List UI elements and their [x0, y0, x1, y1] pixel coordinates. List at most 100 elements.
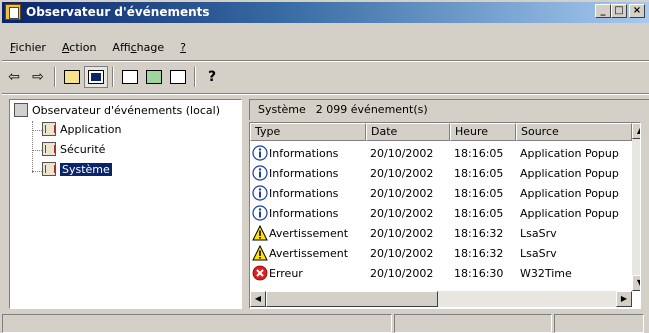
event-type-label: Informations — [269, 206, 339, 220]
computer-log-icon — [14, 103, 28, 117]
toolbar-separator — [194, 67, 196, 87]
horizontal-scrollbar[interactable]: ◀ ▶ — [250, 291, 632, 307]
event-date-cell: 20/10/2002 — [370, 166, 434, 180]
error-icon — [252, 265, 268, 281]
export-list-button[interactable] — [166, 66, 190, 88]
event-row[interactable]: Avertissement 20/10/2002 18:16:32 LsaSrv — [250, 243, 628, 263]
up-folder-icon — [64, 70, 80, 84]
column-header-type[interactable]: Type — [250, 123, 366, 141]
scroll-up-button[interactable]: ▲ — [632, 123, 640, 139]
tree-connector — [32, 130, 42, 131]
tree-connector — [32, 121, 33, 173]
scroll-left-button[interactable]: ◀ — [250, 291, 266, 307]
refresh-button[interactable] — [142, 66, 166, 88]
event-count: 2 099 événement(s) — [315, 103, 428, 116]
event-row[interactable]: Avertissement 20/10/2002 18:16:32 LsaSrv — [250, 223, 628, 243]
maximize-button[interactable]: □ — [611, 4, 627, 18]
menu-bar: Fichier Action Affichage ? — [2, 38, 194, 58]
event-row[interactable]: Informations 20/10/2002 18:16:05 Applicatio… — [250, 143, 628, 163]
event-type-cell: Informations — [250, 205, 366, 221]
column-header-time[interactable]: Heure — [450, 123, 516, 141]
event-time-cell: 18:16:05 — [454, 206, 504, 220]
close-button[interactable]: × — [629, 4, 645, 18]
help-button[interactable]: ? — [200, 66, 224, 88]
properties-button[interactable] — [118, 66, 142, 88]
tree-connector — [32, 171, 42, 172]
event-date-cell: 20/10/2002 — [370, 226, 434, 240]
menu-divider — [2, 60, 649, 62]
event-time-cell: 18:16:32 — [454, 246, 504, 260]
toolbar-separator — [112, 67, 114, 87]
log-file-icon — [42, 162, 56, 176]
log-file-icon — [42, 122, 56, 136]
up-level-button[interactable] — [60, 66, 84, 88]
scroll-thumb[interactable] — [266, 291, 438, 307]
vertical-scrollbar[interactable]: ▲ ▼ — [632, 123, 640, 291]
event-source-cell: Application Popup — [520, 186, 619, 200]
menu-affichage[interactable]: Affichage — [104, 38, 172, 58]
column-headers: Type Date Heure Source — [250, 123, 632, 141]
event-type-cell: Avertissement — [250, 225, 366, 241]
status-bar — [2, 314, 649, 333]
event-date-cell: 20/10/2002 — [370, 266, 434, 280]
tree-item-systeme[interactable]: Système — [42, 161, 112, 179]
info-icon — [252, 165, 268, 181]
event-time-cell: 18:16:05 — [454, 186, 504, 200]
event-time-cell: 18:16:05 — [454, 166, 504, 180]
event-viewer-window: Observateur d'événements _ □ × Fichier A… — [0, 0, 649, 333]
forward-button[interactable]: ⇨ — [26, 66, 50, 88]
show-tree-button[interactable] — [84, 66, 108, 88]
toolbar-separator — [54, 67, 56, 87]
scroll-right-button[interactable]: ▶ — [616, 291, 632, 307]
refresh-icon — [146, 70, 162, 84]
event-time-cell: 18:16:30 — [454, 266, 504, 280]
status-panel — [394, 314, 552, 333]
event-source-cell: LsaSrv — [520, 226, 557, 240]
back-button[interactable]: ⇦ — [2, 66, 26, 88]
info-icon — [252, 205, 268, 221]
event-source-cell: W32Time — [520, 266, 572, 280]
event-type-label: Erreur — [269, 266, 303, 280]
menu-fichier[interactable]: Fichier — [2, 38, 54, 58]
forward-arrow-icon: ⇨ — [32, 69, 44, 85]
minimize-button[interactable]: _ — [595, 4, 611, 18]
event-rows: Informations 20/10/2002 18:16:05 Applicatio… — [250, 143, 628, 283]
event-time-cell: 18:16:05 — [454, 146, 504, 160]
event-type-cell: Informations — [250, 145, 366, 161]
event-type-cell: Avertissement — [250, 245, 366, 261]
event-type-label: Avertissement — [269, 246, 349, 260]
status-panel — [2, 314, 392, 333]
event-row[interactable]: Erreur 20/10/2002 18:16:30 W32Time — [250, 263, 628, 283]
event-row[interactable]: Informations 20/10/2002 18:16:05 Applicatio… — [250, 203, 628, 223]
event-source-cell: LsaSrv — [520, 246, 557, 260]
event-source-cell: Application Popup — [520, 166, 619, 180]
console-tree[interactable]: Observateur d'événements (local) Applica… — [9, 99, 242, 309]
menu-help[interactable]: ? — [172, 38, 194, 58]
column-header-date[interactable]: Date — [366, 123, 450, 141]
info-icon — [252, 185, 268, 201]
menu-action[interactable]: Action — [54, 38, 104, 58]
event-type-cell: Erreur — [250, 265, 366, 281]
event-type-label: Informations — [269, 146, 339, 160]
properties-icon — [122, 70, 138, 84]
log-name: Système — [258, 103, 306, 116]
event-list[interactable]: Type Date Heure Source Informations 20/10… — [249, 122, 641, 309]
tree-root-node[interactable]: Observateur d'événements (local) — [14, 102, 220, 120]
window-controls: _ □ × — [595, 4, 645, 18]
warning-icon — [252, 245, 268, 261]
tree-item-application[interactable]: Application — [42, 121, 121, 139]
event-row[interactable]: Informations 20/10/2002 18:16:05 Applicatio… — [250, 163, 628, 183]
export-icon — [170, 70, 186, 84]
warning-icon — [252, 225, 268, 241]
event-date-cell: 20/10/2002 — [370, 186, 434, 200]
event-date-cell: 20/10/2002 — [370, 146, 434, 160]
tree-connector — [32, 150, 42, 151]
tree-item-securite[interactable]: Sécurité — [42, 141, 105, 159]
scroll-down-button[interactable]: ▼ — [632, 275, 640, 291]
title-bar[interactable]: Observateur d'événements _ □ × — [2, 2, 649, 23]
toolbar-divider — [2, 93, 649, 95]
event-row[interactable]: Informations 20/10/2002 18:16:05 Applicatio… — [250, 183, 628, 203]
event-type-cell: Informations — [250, 185, 366, 201]
column-header-source[interactable]: Source — [516, 123, 632, 141]
status-panel — [554, 314, 644, 333]
